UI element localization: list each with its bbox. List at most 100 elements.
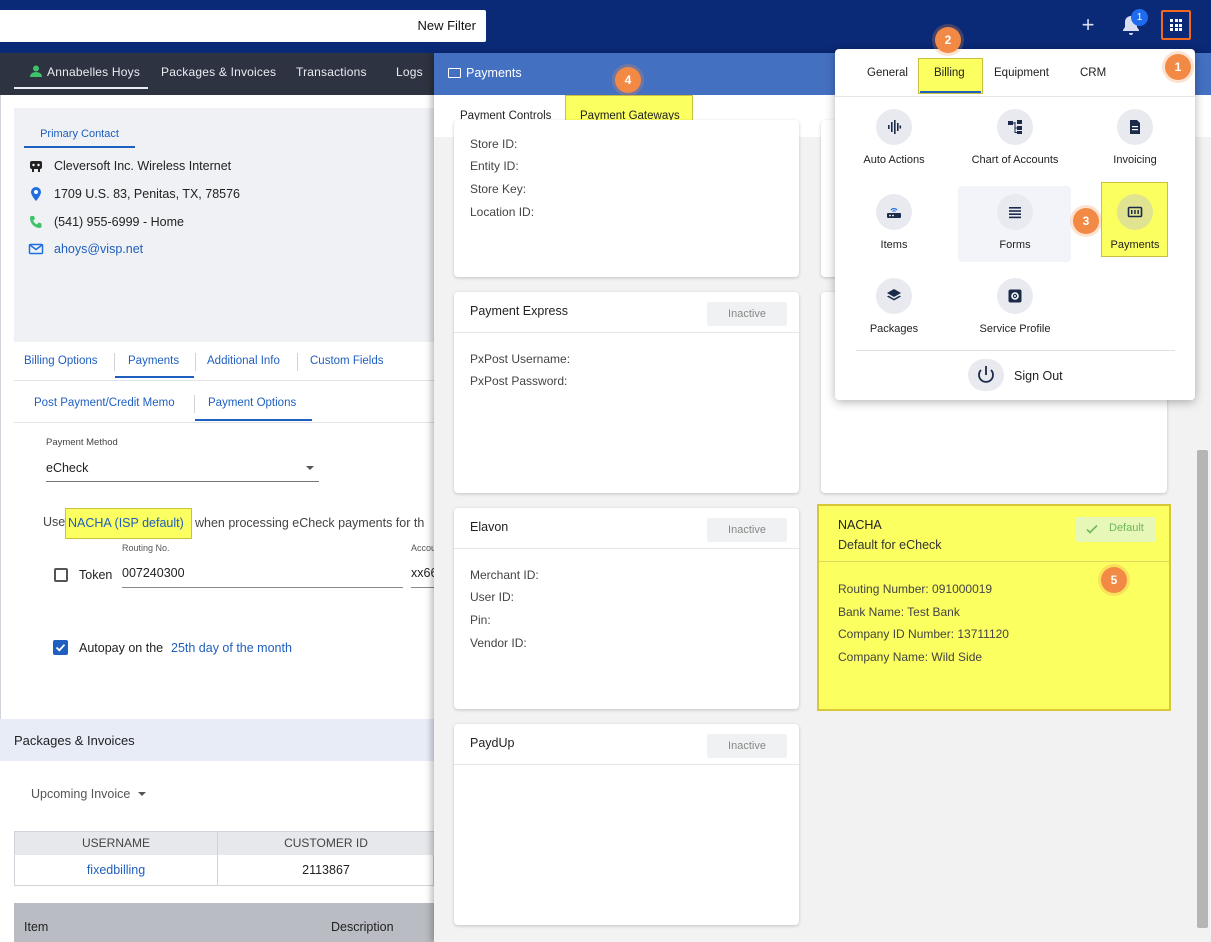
nacha-subtitle: Default for eCheck xyxy=(838,538,942,552)
field-vendor-id: Vendor ID: xyxy=(470,636,527,650)
apps-menu-button[interactable] xyxy=(1161,10,1191,40)
phone-number: (541) 955-6999 - Home xyxy=(54,215,184,229)
column-description: Description xyxy=(331,920,394,934)
tab-billing-options[interactable]: Billing Options xyxy=(24,355,98,367)
menu-item-invoicing[interactable] xyxy=(1117,109,1153,145)
menu-tab-equipment[interactable]: Equipment xyxy=(994,67,1049,79)
email-link[interactable]: ahoys@visp.net xyxy=(54,242,143,256)
field-store-key: Store Key: xyxy=(470,182,527,196)
autopay-checkbox[interactable] xyxy=(53,640,68,655)
location-pin-icon xyxy=(28,186,44,202)
routing-input[interactable]: 007240300 xyxy=(122,566,185,580)
nacha-title: NACHA xyxy=(838,518,882,532)
tab-divider xyxy=(114,353,115,371)
menu-label-forms[interactable]: Forms xyxy=(955,239,1075,251)
table-header-username: USERNAME xyxy=(15,832,218,855)
power-icon[interactable] xyxy=(968,359,1004,391)
account-label: Accou xyxy=(411,543,434,553)
inactive-badge[interactable]: Inactive xyxy=(707,518,787,542)
payments-icon xyxy=(448,68,461,78)
tab-payments[interactable]: Payments xyxy=(128,355,179,367)
token-checkbox[interactable] xyxy=(54,568,68,582)
tab-logs[interactable]: Logs xyxy=(396,65,423,79)
menu-item-forms[interactable] xyxy=(997,194,1033,230)
menu-tab-billing[interactable]: Billing xyxy=(934,67,965,79)
step-badge-1: 1 xyxy=(1165,54,1191,80)
field-location-id: Location ID: xyxy=(470,205,535,219)
tab-post-payment[interactable]: Post Payment/Credit Memo xyxy=(34,397,175,409)
tab-primary-contact[interactable]: Primary Contact xyxy=(24,120,135,148)
building-icon xyxy=(28,158,44,174)
divider xyxy=(454,548,799,549)
autopay-day-link[interactable]: 25th day of the month xyxy=(171,641,292,655)
step-badge-3: 3 xyxy=(1073,208,1099,234)
menu-label-items[interactable]: Items xyxy=(834,239,954,251)
menu-tab-general[interactable]: General xyxy=(867,67,908,79)
chevron-down-icon[interactable] xyxy=(306,466,314,470)
menu-label-service-profile[interactable]: Service Profile xyxy=(955,323,1075,335)
username-link[interactable]: fixedbilling xyxy=(15,855,218,886)
field-bank-name: Bank Name: Test Bank xyxy=(838,605,960,619)
menu-label-packages[interactable]: Packages xyxy=(834,323,954,335)
select-underline xyxy=(46,481,319,482)
upcoming-invoice-dropdown[interactable]: Upcoming Invoice xyxy=(31,787,130,801)
menu-tab-crm[interactable]: CRM xyxy=(1080,67,1106,79)
check-icon xyxy=(55,644,66,652)
tab-packages-invoices[interactable]: Packages & Invoices xyxy=(161,65,276,79)
scrollbar-thumb[interactable] xyxy=(1197,450,1208,928)
filter-bar[interactable]: New Filter xyxy=(0,10,486,42)
divider xyxy=(835,96,1195,97)
divider xyxy=(14,422,434,423)
step-badge-2: 2 xyxy=(935,27,961,53)
apps-grid-icon xyxy=(1170,19,1182,31)
customer-id-cell: 2113867 xyxy=(302,863,350,877)
chevron-down-icon[interactable] xyxy=(138,792,146,796)
field-company-name: Company Name: Wild Side xyxy=(838,650,983,664)
address: 1709 U.S. 83, Penitas, TX, 78576 xyxy=(54,187,241,201)
field-user-id: User ID: xyxy=(470,590,515,604)
notification-badge: 1 xyxy=(1131,9,1148,26)
inactive-badge[interactable]: Inactive xyxy=(707,302,787,326)
menu-item-chart-of-accounts[interactable] xyxy=(997,109,1033,145)
list-icon xyxy=(1009,207,1021,219)
layers-icon xyxy=(887,289,901,301)
packages-invoices-title: Packages & Invoices xyxy=(14,733,135,748)
menu-item-packages[interactable] xyxy=(876,278,912,314)
gateway-link[interactable]: NACHA (ISP default) xyxy=(68,516,184,530)
gateway-card-payment-express: Payment Express Inactive PxPost Username… xyxy=(454,292,799,493)
gateway-card-paydup: PaydUp Inactive xyxy=(454,724,799,925)
payment-card-icon xyxy=(1127,206,1143,218)
field-pxpost-password: PxPost Password: xyxy=(470,374,568,388)
tab-customer-name[interactable]: Annabelles Hoys xyxy=(47,65,140,79)
menu-label-payments[interactable]: Payments xyxy=(1075,239,1195,251)
email-icon xyxy=(28,241,44,257)
menu-item-payments[interactable] xyxy=(1117,194,1153,230)
tab-transactions[interactable]: Transactions xyxy=(296,65,367,79)
account-input[interactable]: xx66 xyxy=(411,566,434,580)
inactive-badge[interactable]: Inactive xyxy=(707,734,787,758)
tab-payment-options[interactable]: Payment Options xyxy=(208,397,296,409)
new-filter-button[interactable]: New Filter xyxy=(417,18,476,33)
divider xyxy=(819,561,1169,562)
payment-method-select[interactable]: eCheck xyxy=(46,461,88,475)
menu-item-service-profile[interactable] xyxy=(997,278,1033,314)
plus-icon[interactable]: + xyxy=(1077,12,1099,38)
tab-custom-fields[interactable]: Custom Fields xyxy=(310,355,384,367)
menu-item-auto-actions[interactable] xyxy=(876,109,912,145)
menu-label-invoicing[interactable]: Invoicing xyxy=(1075,154,1195,166)
sign-out-button[interactable]: Sign Out xyxy=(1014,369,1063,383)
tab-additional-info[interactable]: Additional Info xyxy=(207,355,280,367)
gateway-card-elavon: Elavon Inactive Merchant ID: User ID: Pi… xyxy=(454,508,799,709)
tab-divider xyxy=(194,395,195,413)
field-pin: Pin: xyxy=(470,613,491,627)
input-underline xyxy=(122,587,403,588)
menu-label-chart-of-accounts[interactable]: Chart of Accounts xyxy=(955,154,1075,166)
settings-box-icon xyxy=(1008,289,1022,303)
input-underline xyxy=(411,587,434,588)
phone-icon xyxy=(28,214,44,230)
use-text-prefix: Use xyxy=(43,515,66,529)
menu-label-auto-actions[interactable]: Auto Actions xyxy=(834,154,954,166)
tab-divider xyxy=(297,353,298,371)
router-icon xyxy=(887,208,901,218)
menu-item-items[interactable] xyxy=(876,194,912,230)
